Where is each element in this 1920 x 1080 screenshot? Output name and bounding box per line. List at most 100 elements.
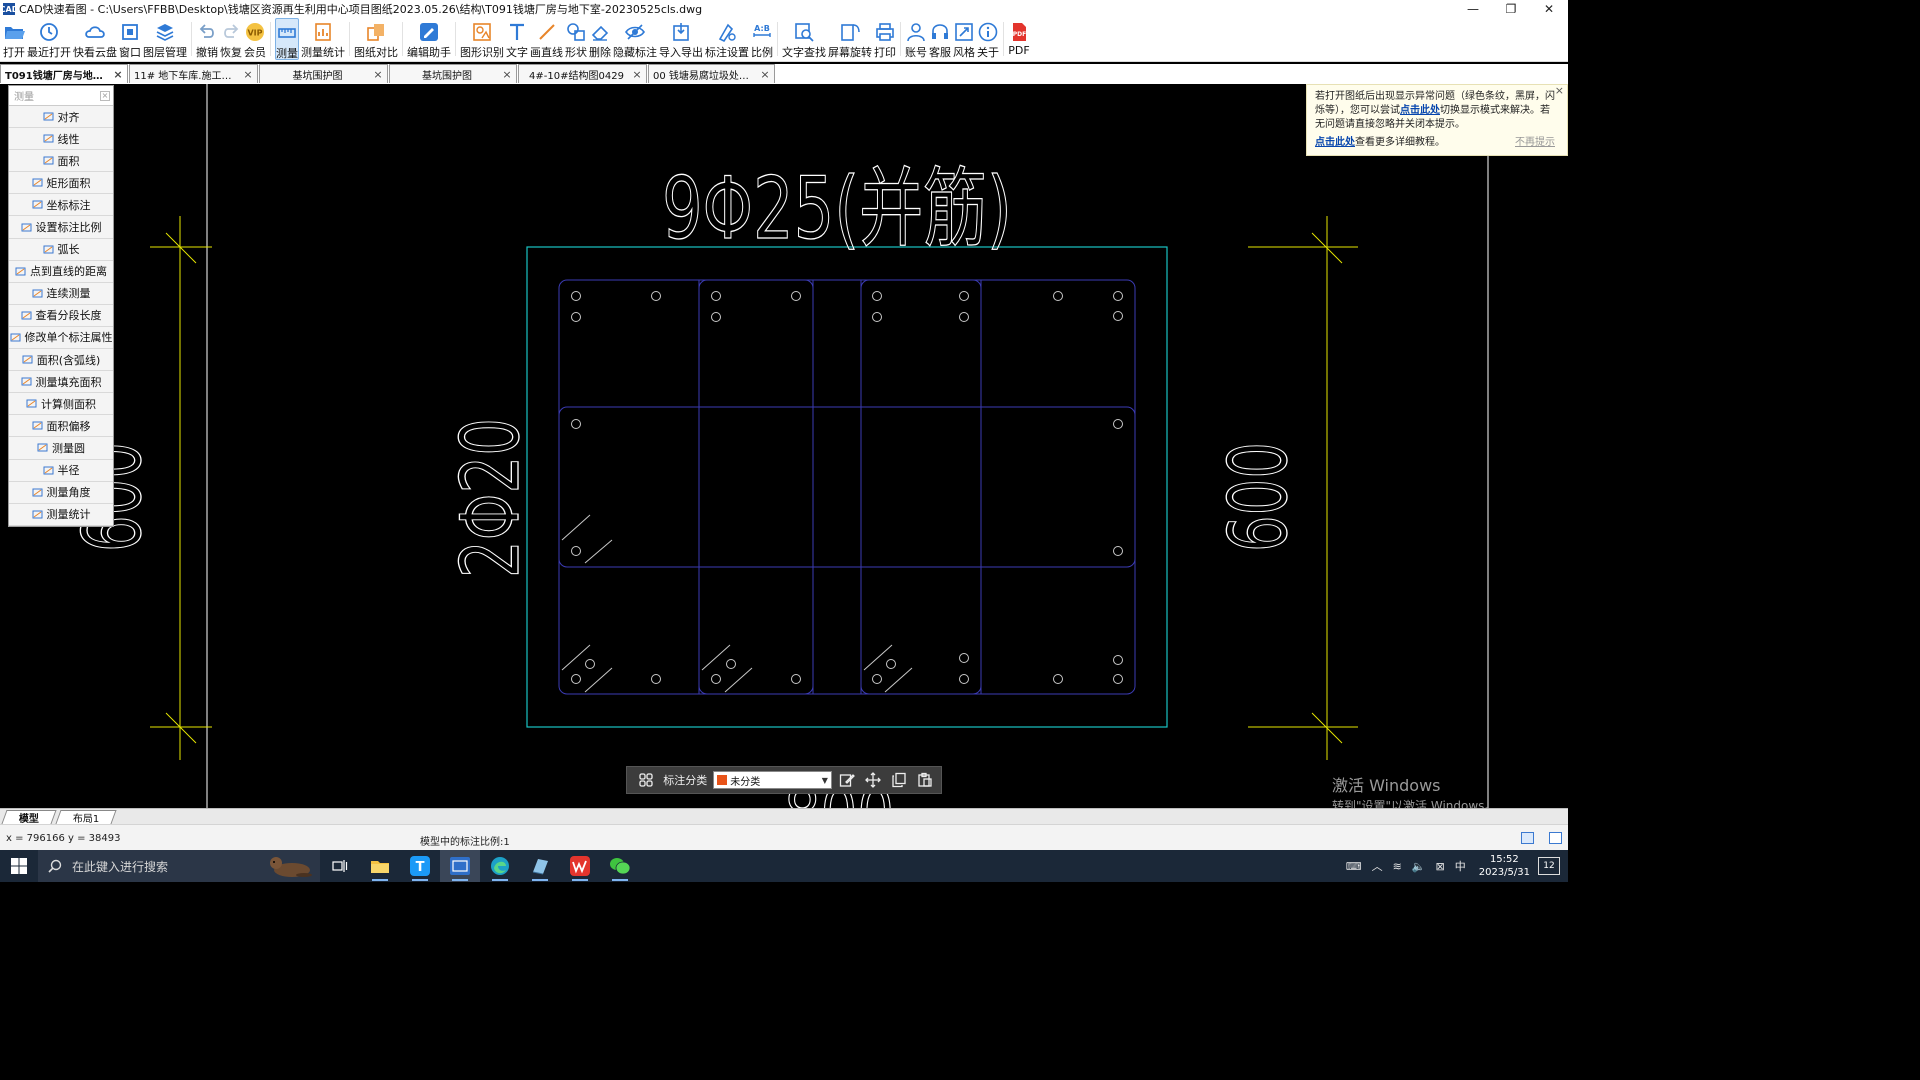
display-mode-icon[interactable] xyxy=(1521,832,1534,844)
document-tab[interactable]: T091钱塘厂房与地下… × xyxy=(0,64,128,83)
taskbar-search-box[interactable]: 在此键入进行搜索 xyxy=(38,850,320,882)
toolbar-button[interactable]: 导入导出 xyxy=(659,18,703,60)
measure-tool-item[interactable]: 连续测量 xyxy=(9,282,113,305)
toolbar-button[interactable]: 测量统计 xyxy=(301,18,345,60)
toolbar-button[interactable]: 撤销 xyxy=(196,18,218,60)
measure-tool-item[interactable]: 坐标标注 xyxy=(9,194,113,217)
toolbar-button[interactable]: 客服 xyxy=(929,18,951,60)
measure-tool-item[interactable]: 半径 xyxy=(9,459,113,482)
tray-expand-icon[interactable]: ︿ xyxy=(1372,858,1383,874)
toolbar-button[interactable]: 测量 xyxy=(275,18,299,60)
measure-tool-item[interactable]: 面积 xyxy=(9,150,113,173)
measure-tool-item[interactable]: 弧长 xyxy=(9,238,113,261)
measure-tool-item[interactable]: 测量圆 xyxy=(9,437,113,460)
toolbar-button[interactable]: 打印 xyxy=(874,18,896,60)
measure-tool-item[interactable]: 测量统计 xyxy=(9,503,113,526)
notification-center-button[interactable]: 12 xyxy=(1538,857,1560,875)
grid-icon[interactable] xyxy=(634,769,657,791)
keyboard-icon[interactable]: ⌨ xyxy=(1346,860,1362,873)
document-tab[interactable]: 00 钱塘易腐垃圾处置… × xyxy=(648,64,775,83)
drawing-canvas[interactable]: 9Φ25(并筋) 2Φ20 600 600 800 xyxy=(0,84,1568,808)
measure-tool-item[interactable]: 矩形面积 xyxy=(9,172,113,195)
toolbar-button[interactable]: 关于 xyxy=(977,18,999,60)
toolbar-button[interactable]: 形状 xyxy=(565,18,587,60)
toolbar-button-label: PDF xyxy=(1008,44,1030,57)
windows-start-button[interactable] xyxy=(0,850,38,882)
measure-tool-item[interactable]: 面积偏移 xyxy=(9,415,113,438)
toolbar-button[interactable]: A:B 比例 xyxy=(751,18,773,60)
annotation-category-select[interactable]: 未分类 ▼ xyxy=(713,771,832,789)
measure-panel-close-button[interactable]: × xyxy=(100,90,110,101)
system-clock[interactable]: 15:52 2023/5/31 xyxy=(1479,853,1530,879)
notice-tutorial-link[interactable]: 点击此处 xyxy=(1315,137,1355,148)
toolbar-button[interactable]: 窗口 xyxy=(119,18,141,60)
toolbar-button[interactable]: 文字 xyxy=(506,18,528,60)
measure-tool-item[interactable]: 对齐 xyxy=(9,106,113,129)
taskbar-wechat[interactable] xyxy=(600,850,640,882)
taskbar-file-explorer[interactable] xyxy=(360,850,400,882)
ime-indicator[interactable]: 中 xyxy=(1455,858,1466,874)
measure-tool-item[interactable]: 面积(含弧线) xyxy=(9,349,113,372)
document-tab[interactable]: 基坑围护图 × xyxy=(259,64,388,83)
tab-close-icon[interactable]: × xyxy=(373,68,383,81)
toolbar-button[interactable]: VIP 会员 xyxy=(244,18,266,60)
toolbar-button[interactable]: 恢复 xyxy=(220,18,242,60)
hide-eye-icon xyxy=(624,22,646,42)
tab-close-icon[interactable]: × xyxy=(632,68,642,81)
toolbar-button[interactable]: 编辑助手 xyxy=(407,18,451,60)
toolbar-button[interactable]: 打开 xyxy=(3,18,25,60)
toolbar-button[interactable]: 标注设置 xyxy=(705,18,749,60)
taskbar-edge-browser[interactable] xyxy=(480,850,520,882)
toolbar-button[interactable]: 账号 xyxy=(905,18,927,60)
document-tab[interactable]: 基坑围护图 × xyxy=(389,64,517,83)
toolbar-button[interactable]: 快看云盘 xyxy=(73,18,117,60)
toolbar-button[interactable]: 隐藏标注 xyxy=(613,18,657,60)
security-icon[interactable]: ⊠ xyxy=(1436,860,1445,873)
move-icon[interactable] xyxy=(861,769,884,791)
minimize-button[interactable]: — xyxy=(1454,0,1492,18)
measure-tool-item[interactable]: 点到直线的距离 xyxy=(9,260,113,283)
measure-panel-title: 测量 xyxy=(14,92,34,103)
notice-dont-show-button[interactable]: 不再提示 xyxy=(1515,136,1555,150)
toolbar-button[interactable]: 画直线 xyxy=(530,18,563,60)
toolbar-button[interactable]: 文字查找 xyxy=(782,18,826,60)
tab-close-icon[interactable]: × xyxy=(502,68,512,81)
measure-tool-item[interactable]: 测量填充面积 xyxy=(9,371,113,394)
toolbar-button[interactable]: 图层管理 xyxy=(143,18,187,60)
notice-switch-mode-link[interactable]: 点击此处 xyxy=(1400,105,1440,116)
measure-tool-item[interactable]: 查看分段长度 xyxy=(9,304,113,327)
toolbar-button[interactable]: 最近打开 xyxy=(27,18,71,60)
taskbar-app-notes[interactable] xyxy=(520,850,560,882)
measure-tool-item[interactable]: 修改单个标注属性 xyxy=(9,326,113,350)
taskbar-wps[interactable] xyxy=(560,850,600,882)
toolbar-button[interactable]: 图形识别 xyxy=(460,18,504,60)
paste-icon[interactable] xyxy=(914,769,937,791)
layout-tab-model[interactable]: 模型 xyxy=(1,810,57,825)
tab-close-icon[interactable]: × xyxy=(760,68,770,81)
measure-tool-item[interactable]: 计算侧面积 xyxy=(9,393,113,416)
document-tab[interactable]: 4#-10#结构图0429 × xyxy=(518,64,647,83)
notice-close-button[interactable]: × xyxy=(1555,84,1564,98)
measure-tool-item[interactable]: 线性 xyxy=(9,128,113,151)
close-window-button[interactable]: ✕ xyxy=(1530,0,1568,18)
maximize-button[interactable]: ❐ xyxy=(1492,0,1530,18)
volume-icon[interactable]: 🔈 xyxy=(1412,860,1426,873)
toolbar-button[interactable]: 图纸对比 xyxy=(354,18,398,60)
tab-close-icon[interactable]: × xyxy=(113,68,123,81)
copy-icon[interactable] xyxy=(887,769,910,791)
edit-icon[interactable] xyxy=(835,769,858,791)
toolbar-button[interactable]: PDF PDF xyxy=(1008,18,1030,60)
network-icon[interactable]: ≋ xyxy=(1393,860,1402,873)
toolbar-button[interactable]: 风格 xyxy=(953,18,975,60)
taskbar-app-t[interactable]: T xyxy=(400,850,440,882)
layout-tab-layout1[interactable]: 布局1 xyxy=(55,810,117,825)
tab-close-icon[interactable]: × xyxy=(243,68,253,81)
toolbar-button[interactable]: 删除 xyxy=(589,18,611,60)
task-view-button[interactable] xyxy=(320,850,360,882)
measure-tool-item[interactable]: 测量角度 xyxy=(9,481,113,504)
toolbar-button[interactable]: 屏幕旋转 xyxy=(828,18,872,60)
fullscreen-icon[interactable] xyxy=(1549,832,1562,844)
measure-tool-item[interactable]: 设置标注比例 xyxy=(9,216,113,239)
document-tab[interactable]: 11# 地下车库.施工图… × xyxy=(129,64,258,83)
taskbar-cad-viewer[interactable] xyxy=(440,850,480,882)
